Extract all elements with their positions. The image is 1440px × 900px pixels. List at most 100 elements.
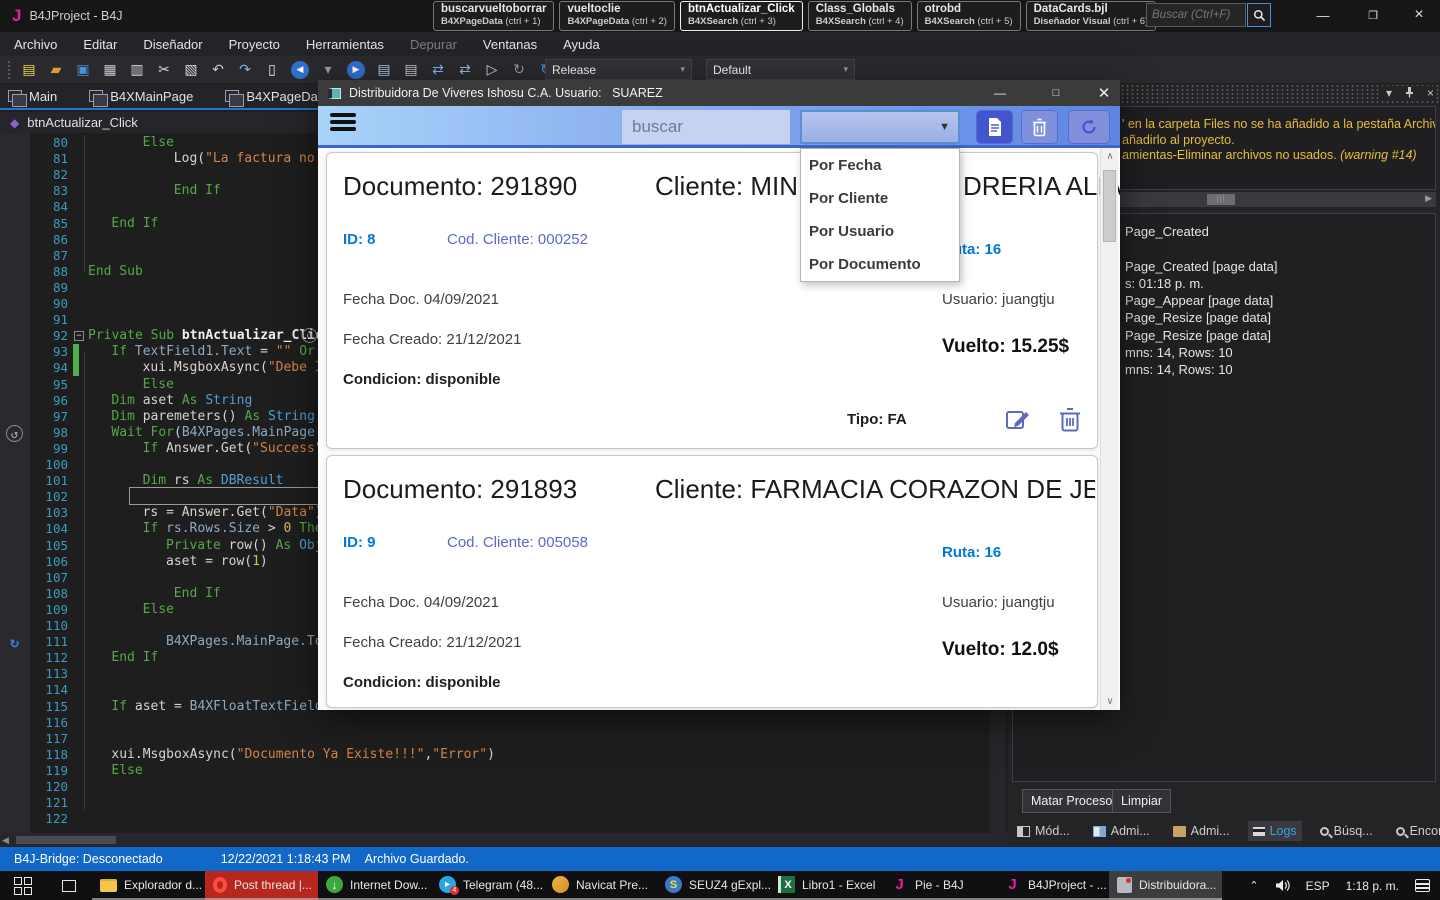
dropdown-option-por-fecha[interactable]: Por Fecha bbox=[801, 149, 959, 182]
menu-icon[interactable] bbox=[330, 113, 356, 133]
outdent-icon[interactable]: ⇄ bbox=[454, 59, 476, 81]
taskbar-app-internetdow[interactable]: ↓Internet Dow... bbox=[318, 871, 431, 900]
new-file-icon[interactable]: ▤ bbox=[18, 59, 40, 81]
clear-logs-button[interactable]: Limpiar bbox=[1112, 789, 1171, 813]
redo-icon[interactable]: ↷ bbox=[234, 59, 256, 81]
document-card[interactable]: Documento: 291893Cliente: FARMACIA CORAZ… bbox=[326, 455, 1098, 708]
editor-tab-B4XPageData[interactable]: B4XPageData bbox=[225, 89, 328, 104]
panel-tab-logs[interactable]: Logs bbox=[1248, 821, 1302, 841]
menu-depurar[interactable]: Depurar bbox=[410, 37, 457, 52]
notification-center-icon[interactable] bbox=[1415, 879, 1430, 892]
chevron-down-icon[interactable]: ▾ bbox=[1386, 86, 1392, 100]
app-titlebar[interactable]: Distribuidora De Viveres Ishosu C.A. Usu… bbox=[318, 80, 1120, 106]
panel-tab-admi[interactable]: Admi... bbox=[1088, 821, 1155, 841]
uncomment-icon[interactable]: ▤ bbox=[400, 59, 422, 81]
ide-search-button[interactable] bbox=[1247, 3, 1271, 27]
navigate-forward-icon[interactable]: ▶ bbox=[347, 61, 365, 79]
menu-archivo[interactable]: Archivo bbox=[14, 37, 57, 52]
export-icon[interactable]: ▦ bbox=[99, 59, 121, 81]
undo-icon[interactable]: ↶ bbox=[207, 59, 229, 81]
scroll-left-icon[interactable]: ◀ bbox=[2, 835, 9, 846]
delete-document-button[interactable] bbox=[1059, 407, 1087, 435]
tray-expand-icon[interactable]: ⌃ bbox=[1249, 879, 1258, 892]
back-history-icon[interactable]: ▾ bbox=[317, 59, 339, 81]
menu-editar[interactable]: Editar bbox=[83, 37, 117, 52]
pin-icon[interactable] bbox=[1404, 86, 1415, 98]
wait-for-icon[interactable]: ↺ bbox=[6, 425, 23, 442]
minimize-button[interactable]: — bbox=[1306, 0, 1340, 30]
kill-process-button[interactable]: Matar Proceso bbox=[1022, 789, 1121, 813]
delete-button[interactable] bbox=[1021, 110, 1058, 144]
resumable-sub-icon[interactable]: ↻ bbox=[6, 634, 23, 651]
taskbar-app-postthread[interactable]: Post thread |... bbox=[205, 871, 318, 900]
app-close-button[interactable]: ✕ bbox=[1084, 80, 1124, 106]
quick-tab-otrobd[interactable]: otrobdB4XSearch (ctrl + 5) bbox=[917, 1, 1021, 31]
taskbar-app-navicatpre[interactable]: Navicat Pre... bbox=[544, 871, 657, 900]
bookmark-icon[interactable]: ▯ bbox=[261, 59, 283, 81]
save-icon[interactable]: ▣ bbox=[72, 59, 94, 81]
fold-toggle-icon[interactable]: − bbox=[74, 331, 84, 341]
panel-tab-bsq[interactable]: Búsq... bbox=[1315, 821, 1378, 841]
indent-icon[interactable]: ⇄ bbox=[427, 59, 449, 81]
profile-select[interactable]: Default▾ bbox=[706, 59, 855, 80]
app-search-input[interactable] bbox=[622, 110, 790, 144]
quick-tab-btnActualizar_Click[interactable]: btnActualizar_ClickB4XSearch (ctrl + 3) bbox=[680, 1, 803, 31]
quick-tab-Class_Globals[interactable]: Class_GlobalsB4XSearch (ctrl + 4) bbox=[808, 1, 912, 31]
menu-proyecto[interactable]: Proyecto bbox=[229, 37, 280, 52]
comment-icon[interactable]: ▤ bbox=[373, 59, 395, 81]
taskbar-app-pieb4j[interactable]: JPie - B4J bbox=[883, 871, 996, 900]
speaker-icon[interactable] bbox=[1275, 879, 1290, 892]
menu-diseñador[interactable]: Diseñador bbox=[143, 37, 202, 52]
scroll-thumb[interactable] bbox=[1103, 170, 1116, 242]
language-indicator[interactable]: ESP bbox=[1306, 879, 1330, 893]
build-config-select[interactable]: Release▾ bbox=[545, 59, 692, 80]
menu-ventanas[interactable]: Ventanas bbox=[483, 37, 537, 52]
app-maximize-button[interactable]: □ bbox=[1036, 80, 1076, 106]
new-document-button[interactable] bbox=[976, 110, 1013, 144]
menu-ayuda[interactable]: Ayuda bbox=[563, 37, 600, 52]
editor-tab-B4XMainPage[interactable]: B4XMainPage bbox=[89, 89, 193, 104]
edit-document-button[interactable] bbox=[1005, 407, 1033, 435]
scroll-down-icon[interactable]: ∨ bbox=[1101, 696, 1119, 707]
code-horizontal-scrollbar[interactable]: ◀ bbox=[0, 833, 1008, 847]
ide-search-input[interactable] bbox=[1146, 3, 1246, 27]
rebuild-icon[interactable]: ↻ bbox=[508, 59, 530, 81]
navigate-back-icon[interactable]: ◀ bbox=[291, 61, 309, 79]
close-button[interactable]: × bbox=[1402, 0, 1436, 30]
taskbar-app-b4jproject[interactable]: JB4JProject - ... bbox=[996, 871, 1109, 900]
open-project-icon[interactable]: ▰ bbox=[45, 59, 67, 81]
close-icon[interactable]: × bbox=[1427, 86, 1434, 100]
scroll-thumb[interactable]: ||| bbox=[1207, 194, 1235, 205]
start-button[interactable] bbox=[0, 871, 46, 900]
cut-icon[interactable]: ✂ bbox=[153, 59, 175, 81]
dropdown-option-por-cliente[interactable]: Por Cliente bbox=[801, 182, 959, 215]
scroll-up-icon[interactable]: ∧ bbox=[1101, 151, 1119, 162]
scroll-thumb[interactable] bbox=[16, 836, 116, 844]
taskbar-app-exploradord[interactable]: Explorador d... bbox=[92, 871, 205, 900]
document-card[interactable]: Documento: 291890Cliente: MINI-DRERIA AL… bbox=[326, 152, 1098, 449]
editor-tab-Main[interactable]: Main bbox=[8, 89, 57, 104]
quick-tab-DataCards.bjl[interactable]: DataCards.bjlDiseñador Visual (ctrl + 6) bbox=[1026, 1, 1157, 31]
taskbar-app-libro1excel[interactable]: XLibro1 - Excel bbox=[770, 871, 883, 900]
restore-button[interactable]: ❐ bbox=[1356, 0, 1390, 30]
quick-tab-buscarvueltoborrar[interactable]: buscarvueltoborrarB4XPageData (ctrl + 1) bbox=[433, 1, 554, 31]
dropdown-option-por-usuario[interactable]: Por Usuario bbox=[801, 215, 959, 248]
task-view-button[interactable] bbox=[46, 871, 92, 900]
panel-tab-admi[interactable]: Admi... bbox=[1168, 821, 1235, 841]
taskbar-app-seuz4gexpl[interactable]: SSEUZ4 gExpl... bbox=[657, 871, 770, 900]
panel-tab-md[interactable]: Mód... bbox=[1012, 821, 1075, 841]
refresh-button[interactable] bbox=[1068, 110, 1110, 144]
quick-tab-vueltoclie[interactable]: vueltoclieB4XPageData (ctrl + 2) bbox=[559, 1, 675, 31]
taskbar-app-telegram48[interactable]: ▸4Telegram (48... bbox=[431, 871, 544, 900]
run-icon[interactable]: ▷ bbox=[481, 59, 503, 81]
taskbar-app-distribuidora[interactable]: Distribuidora... bbox=[1109, 871, 1222, 900]
app-minimize-button[interactable]: — bbox=[980, 80, 1020, 106]
menu-herramientas[interactable]: Herramientas bbox=[306, 37, 384, 52]
paste-icon[interactable]: ▧ bbox=[180, 59, 202, 81]
panel-tab-encon[interactable]: Encon... bbox=[1391, 821, 1440, 841]
filter-select[interactable]: ▼ bbox=[800, 110, 960, 144]
clock[interactable]: 1:18 p. m. bbox=[1346, 879, 1399, 893]
app-scrollbar[interactable]: ∧ ∨ bbox=[1100, 148, 1118, 710]
copy-icon[interactable]: ▥ bbox=[126, 59, 148, 81]
scroll-right-icon[interactable]: ▶ bbox=[1425, 193, 1432, 204]
